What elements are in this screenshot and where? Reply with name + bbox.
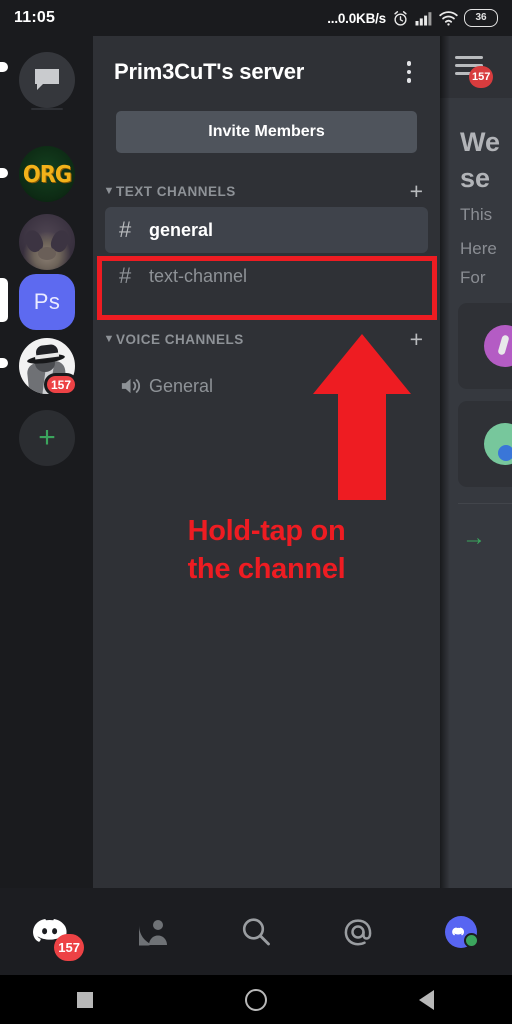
nav-item-profile[interactable] — [410, 888, 512, 975]
chevron-down-icon: ▼ — [103, 332, 115, 345]
android-navigation-bar[interactable] — [0, 975, 512, 1024]
hash-icon: # — [119, 217, 132, 242]
welcome-body-line3: For — [460, 268, 486, 287]
server-icon-label-org: ORG — [22, 160, 72, 188]
nav-item-friends[interactable] — [102, 888, 204, 975]
content-divider — [458, 503, 512, 504]
status-clock: 11:05 — [14, 9, 56, 26]
welcome-block: We se This Here For — [440, 98, 512, 291]
status-indicators: ...0.0KB/s 36 — [327, 9, 498, 27]
panel-shadow — [440, 36, 450, 888]
rail-divider — [31, 108, 63, 110]
unread-badge-gangster: 157 — [43, 373, 78, 396]
signal-bars-icon — [415, 11, 432, 25]
sidebar-item-server-pig[interactable] — [19, 214, 75, 270]
annotation-instruction-line2: the channel — [187, 553, 346, 585]
nav-item-search[interactable] — [205, 888, 307, 975]
battery-level-text: 36 — [475, 12, 487, 23]
plus-icon: + — [38, 421, 56, 454]
up-arrow-icon — [313, 334, 411, 500]
home-unread-badge: 157 — [54, 934, 84, 961]
unread-indicator-dm — [0, 62, 8, 72]
server-name: Prim3CuT's server — [114, 59, 305, 84]
channel-name-voice-general: General — [149, 375, 214, 396]
annotation-instruction: Hold-tap on the channel — [93, 512, 440, 588]
android-home-button[interactable] — [171, 988, 342, 1011]
welcome-body-line1: This — [460, 205, 493, 224]
add-voice-channel-button[interactable]: + — [410, 328, 423, 351]
channel-item-general[interactable]: # general — [105, 207, 428, 253]
wifi-icon — [439, 10, 458, 26]
nav-item-home[interactable]: 157 — [0, 888, 102, 975]
server-rail[interactable]: ORG Ps 157 + — [0, 36, 93, 888]
search-icon — [242, 917, 270, 945]
back-triangle-icon — [419, 989, 435, 1010]
android-recents-button[interactable] — [0, 991, 171, 1008]
welcome-heading-line1: We — [460, 127, 501, 157]
chevron-down-icon: ▼ — [103, 184, 115, 197]
unread-indicator-gangster — [0, 358, 8, 368]
server-avatar-photo — [19, 214, 75, 270]
alarm-clock-icon — [394, 10, 407, 26]
recents-square-icon — [77, 991, 94, 1008]
annotation-highlight-box — [97, 256, 437, 320]
battery-icon: 36 — [464, 9, 498, 27]
channel-name-general: general — [149, 219, 214, 240]
selected-indicator-ps — [0, 278, 8, 322]
nav-item-mentions[interactable] — [307, 888, 409, 975]
invite-card-icon — [484, 325, 512, 367]
friends-person-icon — [138, 919, 167, 945]
welcome-card-personalize[interactable] — [458, 401, 512, 487]
android-back-button[interactable] — [341, 989, 512, 1010]
server-icon-label-ps: Ps — [33, 289, 61, 314]
text-channels-header[interactable]: ▼ TEXT CHANNELS + — [93, 179, 440, 203]
sidebar-item-server-ps[interactable]: Ps — [19, 274, 75, 330]
add-server-button[interactable]: + — [19, 410, 75, 466]
home-circle-icon — [245, 988, 267, 1011]
more-vertical-icon[interactable] — [396, 57, 422, 87]
speaker-icon — [121, 378, 141, 394]
at-mention-icon — [345, 918, 372, 945]
chat-bubble-icon — [35, 69, 59, 90]
channel-content-pane: 157 We se This Here For → — [440, 36, 512, 888]
welcome-card-invite[interactable] — [458, 303, 512, 389]
unread-indicator-org — [0, 168, 8, 178]
content-pane-header: 157 — [440, 36, 512, 98]
sidebar-item-direct-messages[interactable] — [19, 52, 75, 108]
phone-screen: 11:05 ...0.0KB/s 36 ORG Ps 157 + Prim3Cu… — [0, 0, 512, 1024]
speaker-icon-wrap — [119, 376, 149, 396]
annotation-instruction-line1: Hold-tap on — [187, 515, 346, 547]
network-speed-text: ...0.0KB/s — [327, 10, 386, 26]
server-header: Prim3CuT's server — [93, 36, 440, 87]
sidebar-item-server-org[interactable]: ORG — [19, 146, 75, 202]
personalize-card-glyph — [498, 445, 512, 461]
bottom-navigation-bar[interactable]: 157 — [0, 888, 512, 975]
add-text-channel-button[interactable]: + — [410, 180, 423, 203]
sidebar-item-server-gangster[interactable]: 157 — [19, 338, 78, 396]
welcome-heading-line2: se — [460, 163, 491, 193]
text-channels-title: TEXT CHANNELS — [116, 183, 236, 199]
welcome-body-line2: Here — [460, 239, 497, 258]
content-arrow-link[interactable]: → — [462, 526, 512, 550]
content-header-badge: 157 — [469, 66, 494, 88]
status-bar: 11:05 ...0.0KB/s 36 — [0, 0, 512, 36]
invite-members-button[interactable]: Invite Members — [116, 111, 417, 153]
